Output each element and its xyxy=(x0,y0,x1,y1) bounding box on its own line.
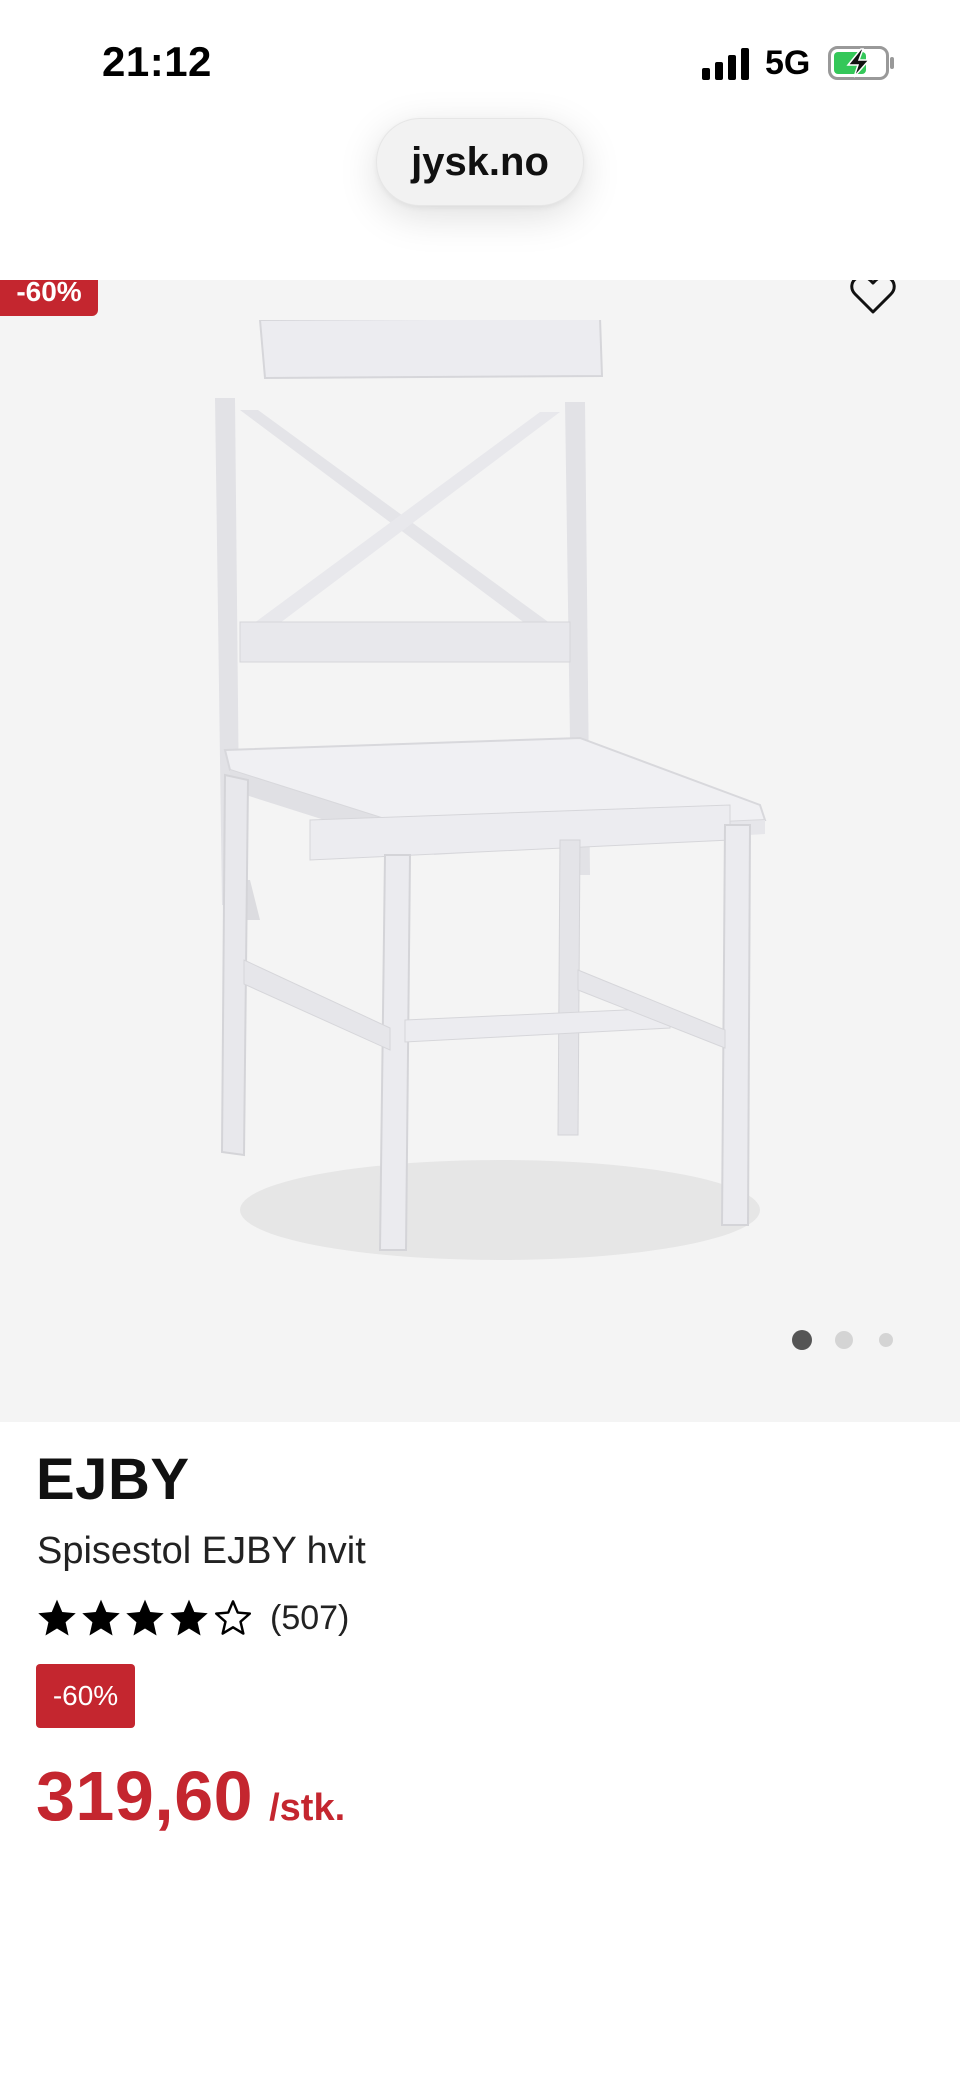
status-time: 21:12 xyxy=(102,38,212,85)
star-filled-icon xyxy=(126,1599,164,1636)
carousel-dot[interactable] xyxy=(835,1331,853,1349)
product-title: Spisestol EJBY hvit xyxy=(37,1530,366,1572)
star-filled-icon xyxy=(170,1599,208,1636)
review-count: (507) xyxy=(270,1598,350,1637)
rating-row[interactable]: (507) xyxy=(36,1596,349,1640)
star-empty-icon xyxy=(214,1600,252,1635)
network-type: 5G xyxy=(765,44,811,82)
product-brand: EJBY xyxy=(36,1447,190,1512)
battery-charging-icon xyxy=(828,46,894,80)
star-filled-icon xyxy=(38,1599,76,1636)
star-filled-icon xyxy=(82,1599,120,1636)
status-bar: 21:12 5G xyxy=(0,0,960,110)
price-row: 319,60 /stk. xyxy=(36,1756,345,1836)
price: 319,60 xyxy=(36,1757,254,1835)
discount-badge: -60% xyxy=(36,1664,135,1728)
address-bar[interactable]: jysk.no xyxy=(376,118,584,206)
discount-corner-badge: -60% xyxy=(0,280,98,316)
carousel-dot[interactable] xyxy=(879,1333,893,1347)
carousel-dot-active[interactable] xyxy=(792,1330,812,1350)
heart-icon[interactable] xyxy=(848,280,898,320)
product-image-gallery[interactable]: -60% xyxy=(0,280,960,1422)
cellular-signal-icon xyxy=(702,48,749,80)
price-unit: /stk. xyxy=(269,1787,346,1829)
carousel-indicator xyxy=(780,1328,900,1352)
product-image xyxy=(215,320,767,1260)
